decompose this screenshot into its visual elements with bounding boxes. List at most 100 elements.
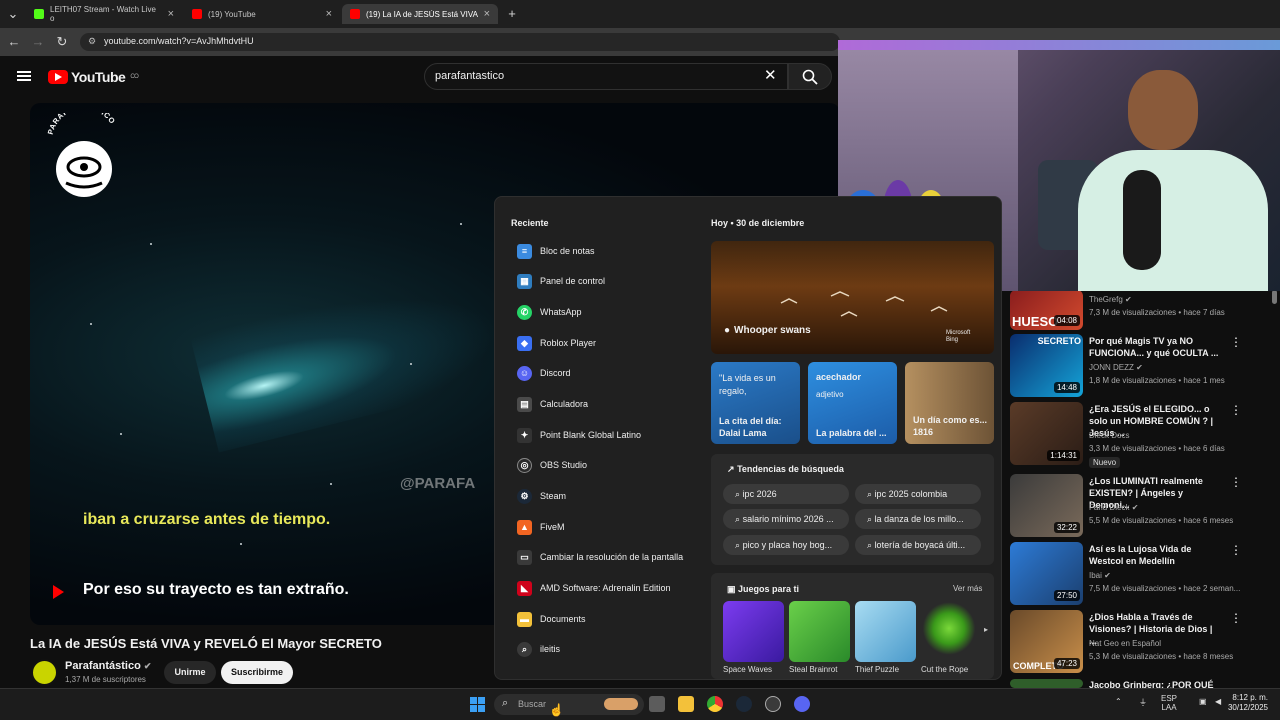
taskbar-clock[interactable]: 8:12 p. m. 30/12/2025 bbox=[1190, 693, 1268, 713]
subscribe-button[interactable]: Suscribirme bbox=[221, 661, 293, 684]
clear-search-icon[interactable]: ✕ bbox=[764, 66, 777, 84]
related-meta: 3,3 M de visualizaciones • hace 6 días bbox=[1089, 444, 1225, 453]
video-thumbnail[interactable]: COMPLETO 47:23 bbox=[1010, 610, 1083, 673]
next-chevron-icon[interactable]: ▸ bbox=[984, 625, 988, 634]
verified-icon: ✔ bbox=[1125, 295, 1132, 304]
app-fivem[interactable]: ▲ FiveM bbox=[517, 518, 565, 536]
more-options-icon[interactable]: ⋮ bbox=[1230, 543, 1242, 557]
url-bar[interactable]: ⚙ youtube.com/watch?v=AvJhMhdvtHU bbox=[80, 33, 840, 51]
scrollbar[interactable] bbox=[1272, 290, 1277, 304]
browser-tab-3[interactable]: (19) La IA de JESÚS Está VIVA y × bbox=[342, 4, 498, 24]
app-obs-studio[interactable]: ◎ OBS Studio bbox=[517, 456, 587, 474]
close-tab-icon[interactable]: × bbox=[326, 8, 332, 20]
related-channel: Farid Dieck ✔ bbox=[1089, 503, 1139, 512]
bing-hero-image[interactable]: Microsoft Bing bbox=[711, 241, 994, 354]
tab-list-chevron-icon[interactable]: ⌄ bbox=[5, 6, 21, 22]
app-steam[interactable]: ⚙ Steam bbox=[517, 487, 566, 505]
video-thumbnail[interactable]: HUESO 04:08 bbox=[1010, 290, 1083, 330]
trend-chip[interactable]: ⌕ ipc 2025 colombia bbox=[855, 484, 981, 504]
video-thumbnail[interactable]: 32:22 bbox=[1010, 474, 1083, 537]
trend-chip[interactable]: ⌕ pico y placa hoy bog... bbox=[723, 535, 849, 555]
join-button[interactable]: Unirme bbox=[164, 661, 216, 684]
channel-name[interactable]: Parafantástico ✔ bbox=[65, 660, 151, 672]
video-thumbnail[interactable] bbox=[1010, 679, 1083, 688]
game-tile[interactable] bbox=[855, 601, 916, 662]
language-indicator[interactable]: ESP LAA bbox=[1161, 694, 1177, 712]
youtube-logo[interactable]: YouTube CO bbox=[48, 69, 139, 85]
forward-arrow-icon[interactable]: → bbox=[30, 34, 46, 50]
store-icon[interactable] bbox=[649, 696, 665, 712]
windows-start-icon[interactable] bbox=[470, 697, 486, 713]
more-options-icon[interactable]: ⋮ bbox=[1230, 475, 1242, 489]
related-title[interactable]: Así es la Lujosa Vida de Westcol en Mede… bbox=[1089, 543, 1219, 567]
video-thumbnail[interactable]: SECRETO 14:48 bbox=[1010, 334, 1083, 397]
app-cambiar-resolucion[interactable]: ▭ Cambiar la resolución de la pantalla bbox=[517, 548, 683, 566]
back-arrow-icon[interactable]: ← bbox=[6, 34, 22, 50]
close-tab-icon[interactable]: × bbox=[484, 8, 490, 20]
tray-chevron-icon[interactable]: ⌃ bbox=[1115, 697, 1122, 706]
related-meta: 1,8 M de visualizaciones • hace 1 mes bbox=[1089, 376, 1225, 385]
location-pin-icon: ● bbox=[724, 325, 731, 336]
steam-icon[interactable] bbox=[736, 696, 752, 712]
star bbox=[460, 223, 462, 225]
taskbar-search-input[interactable]: ⌕ Buscar bbox=[494, 694, 644, 715]
browser-tab-1[interactable]: LEITH07 Stream - Watch Live o × bbox=[26, 4, 182, 24]
streamer-head bbox=[1128, 70, 1198, 150]
more-options-icon[interactable]: ⋮ bbox=[1230, 611, 1242, 625]
menu-icon[interactable] bbox=[17, 71, 31, 81]
chrome-icon[interactable] bbox=[707, 696, 723, 712]
search-icon: ⌕ bbox=[867, 489, 873, 499]
duration-badge: 32:22 bbox=[1053, 522, 1080, 533]
new-tab-button[interactable]: + bbox=[504, 6, 520, 22]
related-title[interactable]: Por qué Magis TV ya NO FUNCIONA... y qué… bbox=[1089, 335, 1219, 359]
trend-chip[interactable]: ⌕ la danza de los millo... bbox=[855, 509, 981, 529]
close-tab-icon[interactable]: × bbox=[168, 8, 174, 20]
video-thumbnail[interactable]: 27:50 bbox=[1010, 542, 1083, 605]
microphone-icon[interactable]: ⏚ bbox=[1139, 697, 1147, 708]
app-roblox-player[interactable]: ◆ Roblox Player bbox=[517, 334, 596, 352]
app-point-blank[interactable]: ✦ Point Blank Global Latino bbox=[517, 426, 641, 444]
app-amd-software[interactable]: ◣ AMD Software: Adrenalin Edition bbox=[517, 579, 671, 597]
related-meta: 7,5 M de visualizaciones • hace 2 seman.… bbox=[1089, 584, 1241, 593]
trend-chip[interactable]: ⌕ ipc 2026 bbox=[723, 484, 849, 504]
channel-avatar[interactable] bbox=[31, 659, 58, 686]
app-bloc-de-notas[interactable]: ≡ Bloc de notas bbox=[517, 242, 595, 260]
quote-card[interactable]: "La vida es un regalo, La cita del día: … bbox=[711, 362, 800, 444]
more-options-icon[interactable]: ⋮ bbox=[1230, 335, 1242, 349]
more-options-icon[interactable]: ⋮ bbox=[1230, 403, 1242, 417]
related-channel: JONN DEZZ ✔ bbox=[1089, 363, 1143, 372]
app-whatsapp[interactable]: ✆ WhatsApp bbox=[517, 303, 582, 321]
video-subtitle-1: iban a cruzarse antes de tiempo. bbox=[83, 511, 331, 528]
search-input[interactable]: parafantastico bbox=[424, 63, 788, 90]
point-blank-icon: ✦ bbox=[517, 427, 532, 443]
hero-label: ● Whooper swans bbox=[724, 325, 811, 336]
file-explorer-icon[interactable] bbox=[678, 696, 694, 712]
search-icon: ⌕ bbox=[867, 514, 873, 524]
youtube-icon bbox=[350, 9, 360, 19]
trend-chip[interactable]: ⌕ lotería de boyacá últi... bbox=[855, 535, 981, 555]
see-more-link[interactable]: Ver más bbox=[953, 584, 982, 593]
game-tile[interactable] bbox=[921, 601, 977, 662]
new-badge: Nuevo bbox=[1089, 457, 1121, 468]
app-panel-de-control[interactable]: ▦ Panel de control bbox=[517, 272, 605, 290]
app-ileitis[interactable]: ⌕ ileitis bbox=[517, 640, 560, 658]
obs-icon[interactable] bbox=[765, 696, 781, 712]
word-card[interactable]: acechador adjetivo La palabra del ... bbox=[808, 362, 897, 444]
discord-icon[interactable] bbox=[794, 696, 810, 712]
game-tile[interactable] bbox=[723, 601, 784, 662]
video-thumbnail[interactable]: 1:14:31 bbox=[1010, 402, 1083, 465]
site-info-icon[interactable]: ⚙ bbox=[88, 36, 96, 47]
reload-icon[interactable]: ↻ bbox=[54, 34, 70, 50]
youtube-icon bbox=[192, 9, 202, 19]
trend-chip[interactable]: ⌕ salario mínimo 2026 ... bbox=[723, 509, 849, 529]
browser-tab-2[interactable]: (19) YouTube × bbox=[184, 4, 340, 24]
app-documents[interactable]: ▬ Documents bbox=[517, 610, 586, 628]
app-discord[interactable]: ☺ Discord bbox=[517, 364, 571, 382]
notepad-icon: ≡ bbox=[517, 243, 532, 259]
game-tile[interactable] bbox=[789, 601, 850, 662]
trends-title: ↗ Tendencias de búsqueda bbox=[727, 464, 844, 474]
history-card[interactable]: Un día como es... 1816 bbox=[905, 362, 994, 444]
search-button[interactable] bbox=[788, 63, 832, 90]
app-calculadora[interactable]: ▤ Calculadora bbox=[517, 395, 588, 413]
calculator-icon: ▤ bbox=[517, 396, 532, 412]
